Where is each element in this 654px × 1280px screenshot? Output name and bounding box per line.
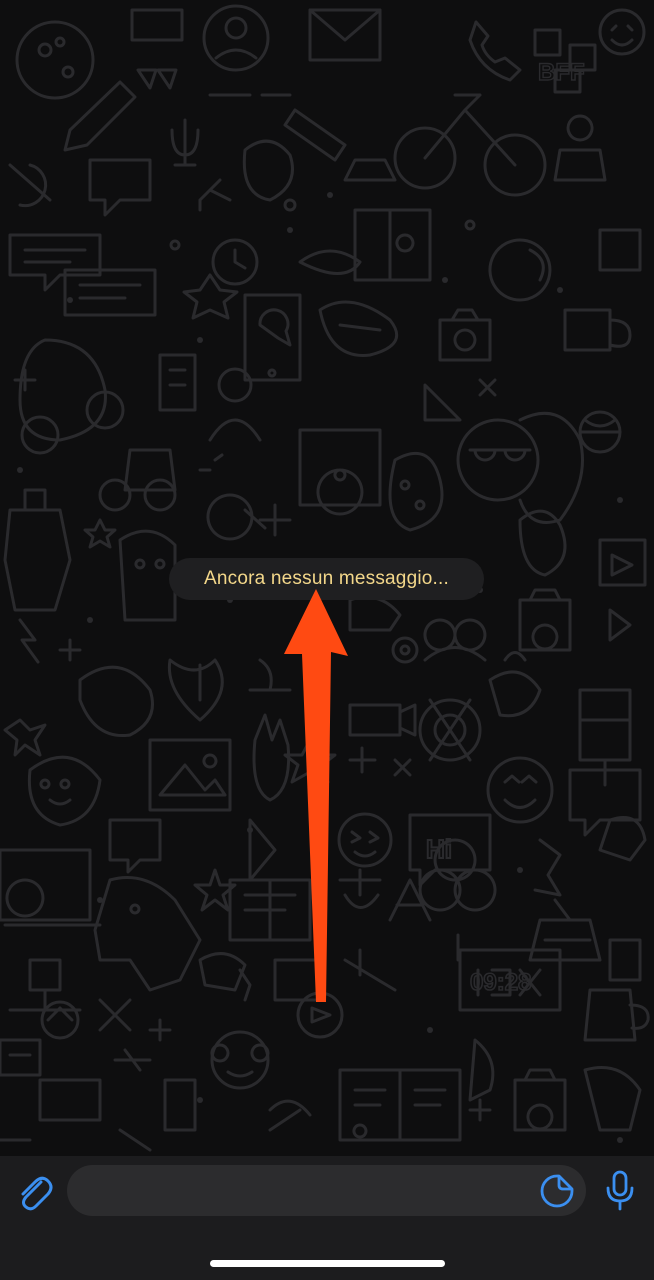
attach-button[interactable]: [12, 1170, 56, 1214]
wallpaper-hi-text: Hi: [426, 834, 452, 864]
no-messages-notice: Ancora nessun messaggio...: [169, 558, 484, 600]
microphone-icon: [606, 1170, 634, 1211]
chat-area: Hi 09:28 BFF Ancora nessun messaggio...: [0, 0, 654, 1156]
sticker-icon: [540, 1174, 574, 1208]
message-composer: [0, 1156, 654, 1280]
paperclip-icon: [21, 1176, 53, 1211]
sticker-button[interactable]: [536, 1170, 578, 1212]
message-input[interactable]: [67, 1165, 586, 1216]
wallpaper-block-letters: BFF: [538, 59, 585, 86]
wallpaper-clock-text: 09:28: [470, 969, 531, 996]
home-indicator: [210, 1260, 445, 1267]
microphone-button[interactable]: [598, 1168, 642, 1214]
chat-screen: Hi 09:28 BFF Ancora nessun messaggio...: [0, 0, 654, 1280]
